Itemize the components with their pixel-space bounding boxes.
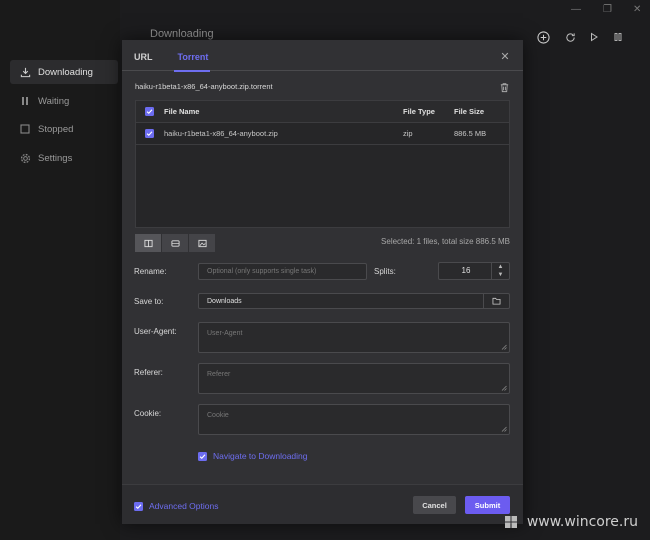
file-size-cell: 886.5 MB [454, 129, 487, 138]
close-dialog-button[interactable]: ✕ [499, 51, 511, 63]
cancel-button[interactable]: Cancel [413, 496, 456, 514]
minimize-button[interactable]: — [571, 4, 581, 15]
splits-value[interactable]: 16 [439, 263, 493, 279]
sidebar-item-stopped[interactable]: Stopped [10, 117, 118, 141]
pause-all-icon[interactable] [611, 30, 625, 44]
watermark-text: www.wincore.ru [526, 514, 638, 530]
video-icon [170, 239, 180, 247]
sidebar: Downloading Waiting Stopped Settings [0, 0, 120, 540]
navigate-checkbox[interactable] [198, 451, 207, 461]
watermark-logo-icon [505, 516, 517, 528]
chevron-up-icon[interactable]: ▲ [492, 263, 509, 271]
table-row[interactable]: haiku-r1beta1-x86_64-anyboot.zip zip 886… [136, 123, 509, 145]
grid-icon [143, 239, 153, 247]
sidebar-item-label: Waiting [38, 95, 70, 107]
referer-label: Referer: [134, 368, 163, 377]
save-to-input[interactable]: Downloads [198, 293, 510, 309]
maximize-button[interactable]: ❐ [603, 4, 612, 15]
selection-summary: Selected: 1 files, total size 886.5 MB [381, 237, 510, 246]
view-video-button[interactable] [162, 234, 189, 252]
navigate-label[interactable]: Navigate to Downloading [213, 451, 308, 461]
user-agent-label: User-Agent: [134, 327, 177, 336]
check-icon [135, 503, 142, 509]
trash-icon[interactable] [499, 80, 511, 93]
close-icon: ✕ [500, 51, 510, 63]
rename-placeholder: Optional (only supports single task) [207, 268, 317, 275]
splits-arrows: ▲ ▼ [491, 263, 509, 279]
file-table: File Name File Type File Size haiku-r1be… [135, 100, 510, 228]
splits-label: Splits: [374, 267, 396, 276]
user-agent-input[interactable]: User-Agent [198, 322, 510, 353]
column-header-size[interactable]: File Size [454, 101, 484, 123]
resize-handle-icon[interactable] [501, 344, 507, 350]
dialog-footer: Advanced Options Cancel Submit [122, 484, 523, 524]
torrent-file-name: haiku-r1beta1-x86_64-anyboot.zip.torrent [135, 82, 273, 91]
view-image-button[interactable] [189, 234, 216, 252]
page-title: Downloading [150, 28, 214, 40]
select-all-checkbox[interactable] [145, 107, 154, 116]
resize-handle-icon[interactable] [501, 385, 507, 391]
rename-input[interactable]: Optional (only supports single task) [198, 263, 367, 280]
stop-icon [18, 122, 32, 136]
refresh-icon[interactable] [563, 30, 577, 44]
view-all-button[interactable] [135, 234, 162, 252]
download-icon [18, 65, 32, 79]
play-icon[interactable] [587, 30, 601, 44]
save-to-label: Save to: [134, 297, 164, 306]
row-checkbox[interactable] [145, 129, 154, 138]
sidebar-item-label: Settings [38, 152, 73, 164]
sidebar-item-downloading[interactable]: Downloading [10, 60, 118, 84]
check-icon [146, 109, 153, 115]
resize-handle-icon[interactable] [501, 426, 507, 432]
sidebar-item-label: Stopped [38, 123, 74, 135]
save-to-value: Downloads [207, 297, 242, 305]
column-header-name[interactable]: File Name [164, 101, 199, 123]
sidebar-item-settings[interactable]: Settings [10, 146, 118, 170]
pause-icon [18, 94, 32, 108]
file-type-cell: zip [403, 129, 413, 138]
cookie-label: Cookie: [134, 409, 162, 418]
cookie-input[interactable]: Cookie [198, 404, 510, 435]
advanced-options-label[interactable]: Advanced Options [149, 501, 218, 511]
cookie-placeholder: Cookie [207, 412, 229, 419]
file-name-cell: haiku-r1beta1-x86_64-anyboot.zip [164, 129, 278, 138]
new-task-dialog: URL Torrent ✕ haiku-r1beta1-x86_64-anybo… [122, 40, 523, 524]
sidebar-item-waiting[interactable]: Waiting [10, 89, 118, 113]
referer-input[interactable]: Referer [198, 363, 510, 394]
rename-label: Rename: [134, 267, 167, 276]
image-icon [197, 239, 207, 247]
column-header-type[interactable]: File Type [403, 101, 435, 123]
navigate-option[interactable]: Navigate to Downloading [198, 451, 308, 461]
submit-button[interactable]: Submit [465, 496, 510, 514]
referer-placeholder: Referer [207, 371, 231, 378]
advanced-options-toggle[interactable]: Advanced Options [134, 501, 218, 511]
folder-icon [492, 297, 501, 305]
gear-icon [18, 151, 32, 165]
table-header: File Name File Type File Size [136, 101, 509, 123]
advanced-options-checkbox[interactable] [134, 501, 143, 511]
view-mode-group [135, 234, 217, 252]
active-tab-indicator [174, 70, 210, 72]
browse-folder-button[interactable] [483, 294, 509, 308]
close-window-button[interactable]: ✕ [633, 4, 641, 15]
splits-stepper[interactable]: 16 ▲ ▼ [438, 262, 510, 280]
sidebar-item-label: Downloading [38, 66, 93, 78]
check-icon [146, 131, 153, 137]
chevron-down-icon[interactable]: ▼ [492, 271, 509, 279]
add-task-button[interactable] [536, 30, 550, 44]
check-icon [199, 453, 206, 459]
user-agent-placeholder: User-Agent [207, 330, 243, 337]
